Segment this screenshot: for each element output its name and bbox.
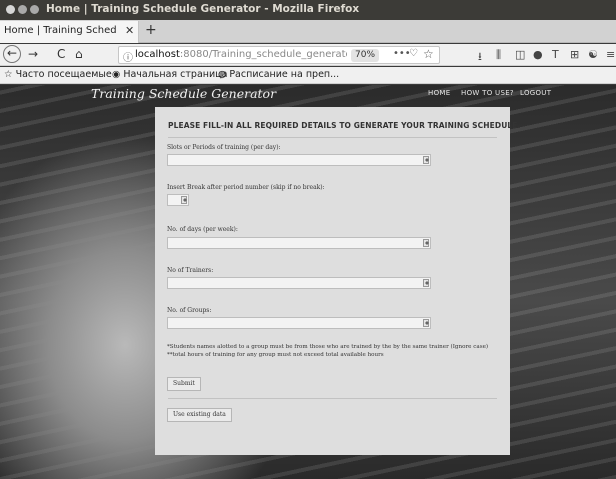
groups-label: No. of Groups: <box>167 307 212 314</box>
window-maximize-button[interactable] <box>30 5 39 14</box>
form-heading: PLEASE FILL-IN ALL REQUIRED DETAILS TO G… <box>168 121 521 130</box>
tab-label: Home | Training Schedule C <box>4 25 117 36</box>
pocket-icon[interactable]: ♡ <box>409 48 418 59</box>
text-extension-icon[interactable]: T <box>552 48 559 61</box>
nav-toolbar: ← → C ⌂ ⓘ localhost:8080/Training_schedu… <box>0 44 616 66</box>
library-icon[interactable]: ⫼ <box>496 48 501 62</box>
trainers-label: No of Trainers: <box>167 267 214 274</box>
downloads-icon[interactable]: ⭳ <box>478 48 482 67</box>
tab-strip: Home | Training Schedule C ✕ + <box>0 20 616 43</box>
divider <box>168 398 497 399</box>
extension-icon[interactable]: ● <box>533 48 543 61</box>
url-bar[interactable]: ⓘ localhost:8080/Training_schedule_gener… <box>118 46 440 64</box>
trainers-input[interactable] <box>167 277 431 289</box>
star-icon: ☆ <box>4 69 13 80</box>
menu-icon[interactable]: ≡ <box>606 48 615 61</box>
tab-home[interactable]: Home | Training Schedule C ✕ <box>0 21 139 43</box>
site-info-icon[interactable]: ⓘ <box>123 49 133 64</box>
use-existing-data-button[interactable]: Use existing data <box>167 408 232 422</box>
site-title[interactable]: Training Schedule Generator <box>91 86 276 101</box>
spinner-icon[interactable] <box>423 279 429 287</box>
nav-link-logout[interactable]: LOGOUT <box>520 89 551 97</box>
window-minimize-button[interactable] <box>18 5 27 14</box>
forward-button[interactable]: → <box>28 47 38 61</box>
slots-input[interactable] <box>167 154 431 166</box>
note-hours: **total hours of training for any group … <box>167 352 384 358</box>
zoom-level[interactable]: 70% <box>351 49 380 62</box>
home-button[interactable]: ⌂ <box>75 47 83 61</box>
bookmark-most-visited[interactable]: ☆ Часто посещаемые <box>4 69 112 80</box>
page-content: Training Schedule Generator HOME HOW TO … <box>0 85 616 479</box>
new-tab-button[interactable]: + <box>145 22 157 38</box>
nav-link-home[interactable]: HOME <box>428 89 450 97</box>
break-input[interactable] <box>167 194 189 206</box>
url-path: :8080/Training_schedule_generator/ <box>179 49 347 60</box>
sidebar-icon[interactable]: ◫ <box>515 48 525 61</box>
break-label: Insert Break after period number (skip i… <box>167 184 325 191</box>
spinner-icon[interactable] <box>423 239 429 247</box>
note-students: *Students names alotted to a group must … <box>167 344 489 350</box>
groups-input[interactable] <box>167 317 431 329</box>
submit-button[interactable]: Submit <box>167 377 201 391</box>
reload-button[interactable]: C <box>57 47 65 61</box>
bookmark-star-icon[interactable]: ☆ <box>423 47 434 61</box>
bookmarks-bar: ☆ Часто посещаемые ◉ Начальная страница … <box>0 67 616 84</box>
window-close-button[interactable] <box>6 5 15 14</box>
nav-link-how-to-use[interactable]: HOW TO USE? <box>461 89 514 97</box>
spinner-icon[interactable] <box>423 319 429 327</box>
bookmark-schedule[interactable]: ◍ Расписание на преп... <box>218 69 339 80</box>
days-label: No. of days (per week): <box>167 226 238 233</box>
spinner-icon[interactable] <box>181 196 187 204</box>
window-title: Home | Training Schedule Generator - Moz… <box>46 3 360 15</box>
addon-icon[interactable]: ☯ <box>588 48 598 61</box>
spinner-icon[interactable] <box>423 156 429 164</box>
url-host: localhost <box>135 49 180 60</box>
globe-icon: ◍ <box>218 69 227 80</box>
screenshot-icon[interactable]: ⊞ <box>570 48 579 61</box>
divider <box>168 137 497 138</box>
back-button[interactable]: ← <box>3 45 21 63</box>
url-text[interactable]: localhost:8080/Training_schedule_generat… <box>135 49 347 60</box>
form-panel: PLEASE FILL-IN ALL REQUIRED DETAILS TO G… <box>155 107 520 455</box>
firefox-icon: ◉ <box>112 69 121 80</box>
tab-close-icon[interactable]: ✕ <box>125 24 134 37</box>
window-titlebar: Home | Training Schedule Generator - Moz… <box>0 0 616 20</box>
slots-label: Slots or Periods of training (per day): <box>167 144 281 151</box>
bookmark-start-page[interactable]: ◉ Начальная страница <box>112 69 227 80</box>
days-input[interactable] <box>167 237 431 249</box>
